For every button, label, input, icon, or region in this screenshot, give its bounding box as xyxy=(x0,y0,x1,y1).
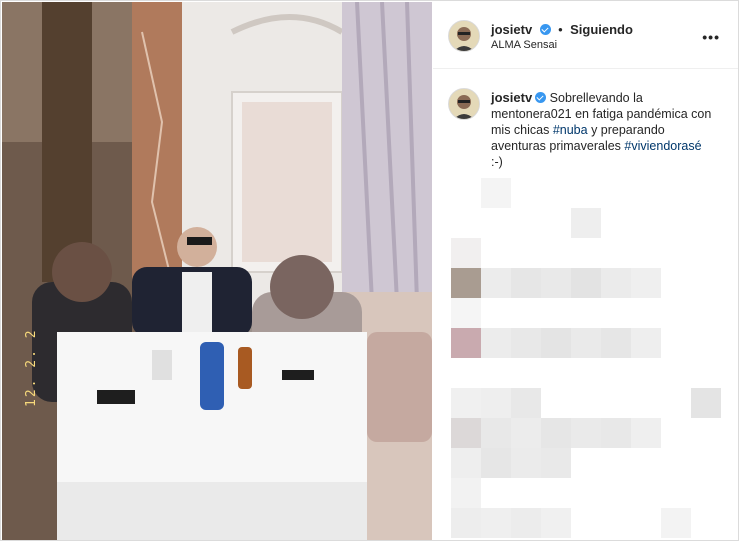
following-button[interactable]: Siguiendo xyxy=(570,22,633,37)
restaurant-photo-illustration xyxy=(2,2,432,540)
username-link[interactable]: josietv xyxy=(491,22,532,37)
pixelated-comments-area xyxy=(433,178,738,540)
post-side-panel: josietv • Siguiendo ALMA Sensai ••• josi… xyxy=(433,2,738,540)
hashtag-link[interactable]: #viviendorasé xyxy=(624,139,701,153)
instagram-post-modal: 12. 2. 2 josietv • Siguiendo ALMA Sensai… xyxy=(0,0,739,541)
photo-date-stamp: 12. 2. 2 xyxy=(24,328,39,407)
post-header: josietv • Siguiendo ALMA Sensai ••• xyxy=(433,2,738,69)
hashtag-link[interactable]: #nuba xyxy=(553,123,588,137)
caption-text: :-) xyxy=(491,155,503,169)
verified-badge-icon xyxy=(539,24,551,35)
post-caption: josietv Sobrellevando la mentonera021 en… xyxy=(491,90,716,170)
post-photo[interactable]: 12. 2. 2 xyxy=(2,2,432,540)
more-options-icon[interactable]: ••• xyxy=(702,29,720,45)
caption-username-link[interactable]: josietv xyxy=(491,90,532,105)
caption-avatar[interactable] xyxy=(448,88,480,120)
location-link[interactable]: ALMA Sensai xyxy=(491,39,557,51)
avatar[interactable] xyxy=(448,20,480,52)
verified-badge-icon xyxy=(535,92,547,103)
separator-dot: • xyxy=(558,22,563,37)
